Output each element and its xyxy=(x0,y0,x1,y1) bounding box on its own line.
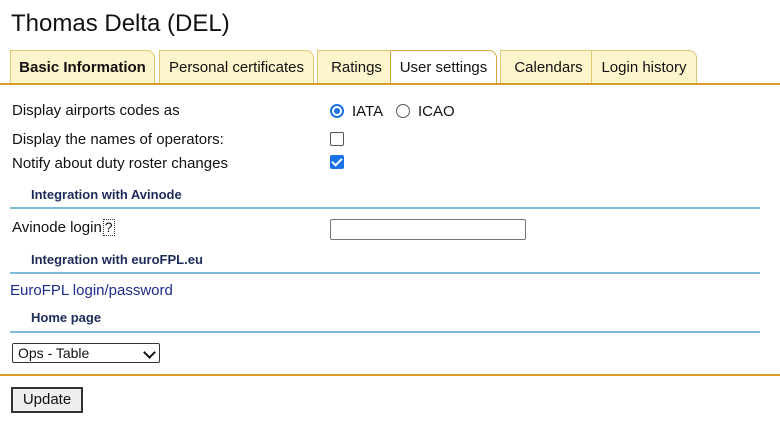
update-button[interactable]: Update xyxy=(11,387,83,413)
section-title-avinode: Integration with Avinode xyxy=(31,187,182,202)
tab-personal-certificates[interactable]: Personal certificates xyxy=(159,50,314,83)
operator-names-label: Display the names of operators: xyxy=(12,131,224,148)
form-footer-divider xyxy=(0,374,780,376)
section-divider xyxy=(10,331,760,333)
iata-radio-label[interactable]: IATA xyxy=(352,103,383,120)
duty-roster-label: Notify about duty roster changes xyxy=(12,155,228,172)
tab-user-settings[interactable]: User settings xyxy=(390,50,497,85)
airport-codes-label: Display airports codes as xyxy=(12,102,180,119)
help-icon[interactable]: ? xyxy=(102,219,115,236)
tab-ratings[interactable]: Ratings xyxy=(317,50,396,83)
duty-roster-checkbox[interactable] xyxy=(330,155,344,169)
icao-radio-label[interactable]: ICAO xyxy=(418,103,455,120)
tab-calendars[interactable]: Calendars xyxy=(500,50,597,83)
icao-radio[interactable] xyxy=(396,104,410,118)
eurofpl-login-link[interactable]: EuroFPL login/password xyxy=(10,282,173,299)
section-title-eurofpl: Integration with euroFPL.eu xyxy=(31,252,203,267)
tab-login-history[interactable]: Login history xyxy=(591,50,697,83)
home-page-select-value: Ops - Table xyxy=(18,345,90,361)
page-title: Thomas Delta (DEL) xyxy=(11,10,230,37)
avinode-login-label-text: Avinode login xyxy=(12,219,102,236)
tab-basic-information[interactable]: Basic Information xyxy=(10,50,155,83)
tab-underline xyxy=(0,83,780,85)
section-divider xyxy=(10,207,760,209)
avinode-login-label: Avinode login? xyxy=(12,219,115,236)
section-title-home-page: Home page xyxy=(31,310,102,325)
avinode-login-input[interactable] xyxy=(330,219,526,240)
home-page-select[interactable]: Ops - Table xyxy=(12,343,160,363)
section-divider xyxy=(10,272,760,274)
chevron-down-icon xyxy=(143,346,156,359)
operator-names-checkbox[interactable] xyxy=(330,132,344,146)
iata-radio[interactable] xyxy=(330,104,344,118)
